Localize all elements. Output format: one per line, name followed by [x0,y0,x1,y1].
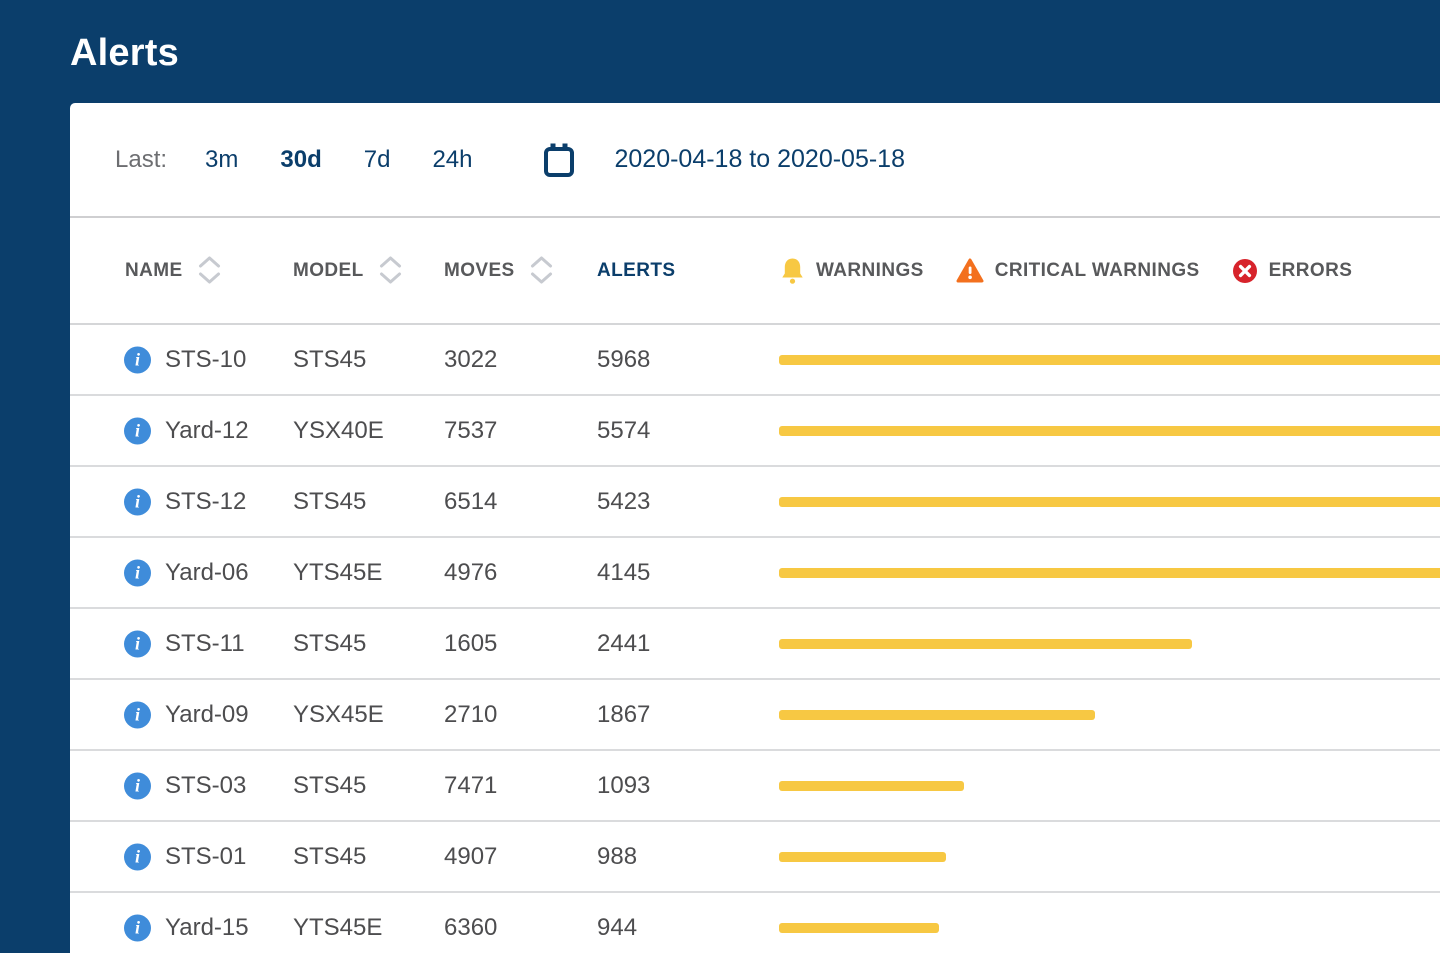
column-header-model[interactable]: MODEL [293,218,403,323]
warnings-bar [779,426,1440,436]
warnings-bar [779,355,1440,365]
cell-model: YTS45E [293,914,382,942]
legend-warnings: WARNINGS [780,257,924,285]
cell-name: STS-11 [165,630,245,658]
info-icon[interactable]: i [124,914,151,941]
error-circle-icon [1232,258,1258,284]
warnings-bar [779,781,964,791]
time-range-3m[interactable]: 3m [205,146,238,174]
warnings-bar [779,639,1192,649]
time-range-7d[interactable]: 7d [364,146,391,174]
filter-label: Last: [115,146,167,174]
cell-name: Yard-12 [165,417,249,445]
cell-alerts: 5423 [597,488,650,516]
cell-name: STS-12 [165,488,246,516]
cell-alerts: 944 [597,914,637,942]
column-header-name[interactable]: NAME [125,218,222,323]
table-body: i STS-10 STS45 3022 5968 i Yard-12 YSX40… [70,325,1440,953]
table-row[interactable]: i STS-01 STS45 4907 988 [70,822,1440,893]
cell-moves: 4976 [444,559,497,587]
warnings-bar [779,568,1440,578]
cell-model: STS45 [293,630,366,658]
legend-errors: ERRORS [1232,258,1353,284]
cell-alerts: 1867 [597,701,650,729]
bell-icon [780,257,805,285]
column-header-alerts[interactable]: ALERTS [597,218,675,323]
cell-alerts: 2441 [597,630,650,658]
cell-model: YTS45E [293,559,382,587]
column-header-moves[interactable]: MOVES [444,218,554,323]
cell-moves: 6514 [444,488,497,516]
cell-model: STS45 [293,772,366,800]
info-icon[interactable]: i [124,417,151,444]
table-row[interactable]: i STS-11 STS45 1605 2441 [70,609,1440,680]
table-row[interactable]: i STS-12 STS45 6514 5423 [70,467,1440,538]
warnings-bar [779,852,946,862]
sort-chevrons-icon[interactable] [378,255,403,286]
cell-moves: 7471 [444,772,497,800]
cell-alerts: 4145 [597,559,650,587]
time-range-24h[interactable]: 24h [432,146,472,174]
table-row[interactable]: i Yard-09 YSX45E 2710 1867 [70,680,1440,751]
info-icon[interactable]: i [124,630,151,657]
info-icon[interactable]: i [124,559,151,586]
cell-model: STS45 [293,843,366,871]
cell-name: Yard-15 [165,914,249,942]
table-row[interactable]: i STS-03 STS45 7471 1093 [70,751,1440,822]
cell-name: STS-01 [165,843,246,871]
cell-moves: 1605 [444,630,497,658]
cell-moves: 4907 [444,843,497,871]
cell-moves: 3022 [444,346,497,374]
calendar-icon[interactable] [542,141,576,179]
cell-alerts: 988 [597,843,637,871]
time-range-30d[interactable]: 30d [280,146,321,174]
cell-alerts: 5968 [597,346,650,374]
cell-model: STS45 [293,488,366,516]
table-row[interactable]: i Yard-15 YTS45E 6360 944 [70,893,1440,953]
table-row[interactable]: i Yard-06 YTS45E 4976 4145 [70,538,1440,609]
cell-name: Yard-06 [165,559,249,587]
time-filter-bar: Last: 3m 30d 7d 24h 2020-04-18 to 2020-0… [70,103,1440,218]
info-icon[interactable]: i [124,488,151,515]
date-range-picker[interactable]: 2020-04-18 to 2020-05-18 [542,141,905,179]
info-icon[interactable]: i [124,772,151,799]
cell-name: STS-03 [165,772,246,800]
table-row[interactable]: i Yard-12 YSX40E 7537 5574 [70,396,1440,467]
legend-critical-warnings: CRITICAL WARNINGS [956,258,1200,284]
cell-moves: 2710 [444,701,497,729]
warning-triangle-icon [956,258,984,284]
table-row[interactable]: i STS-10 STS45 3022 5968 [70,325,1440,396]
page-header: Alerts [0,0,1440,103]
cell-name: Yard-09 [165,701,249,729]
sort-chevrons-icon[interactable] [197,255,222,286]
table-header: NAME MODEL MOVES [70,218,1440,325]
time-range-options: 3m 30d 7d 24h [205,146,472,174]
warnings-bar [779,497,1440,507]
page-title: Alerts [70,32,179,75]
cell-model: YSX40E [293,417,384,445]
date-range-value: 2020-04-18 to 2020-05-18 [614,145,905,174]
cell-model: STS45 [293,346,366,374]
info-icon[interactable]: i [124,701,151,728]
cell-alerts: 1093 [597,772,650,800]
alerts-card: Last: 3m 30d 7d 24h 2020-04-18 to 2020-0… [70,103,1440,953]
cell-model: YSX45E [293,701,384,729]
cell-name: STS-10 [165,346,246,374]
alerts-legend: WARNINGS CRITICAL WARNINGS [780,218,1352,323]
cell-alerts: 5574 [597,417,650,445]
cell-moves: 6360 [444,914,497,942]
sort-chevrons-icon[interactable] [529,255,554,286]
warnings-bar [779,923,939,933]
info-icon[interactable]: i [124,346,151,373]
info-icon[interactable]: i [124,843,151,870]
cell-moves: 7537 [444,417,497,445]
warnings-bar [779,710,1095,720]
